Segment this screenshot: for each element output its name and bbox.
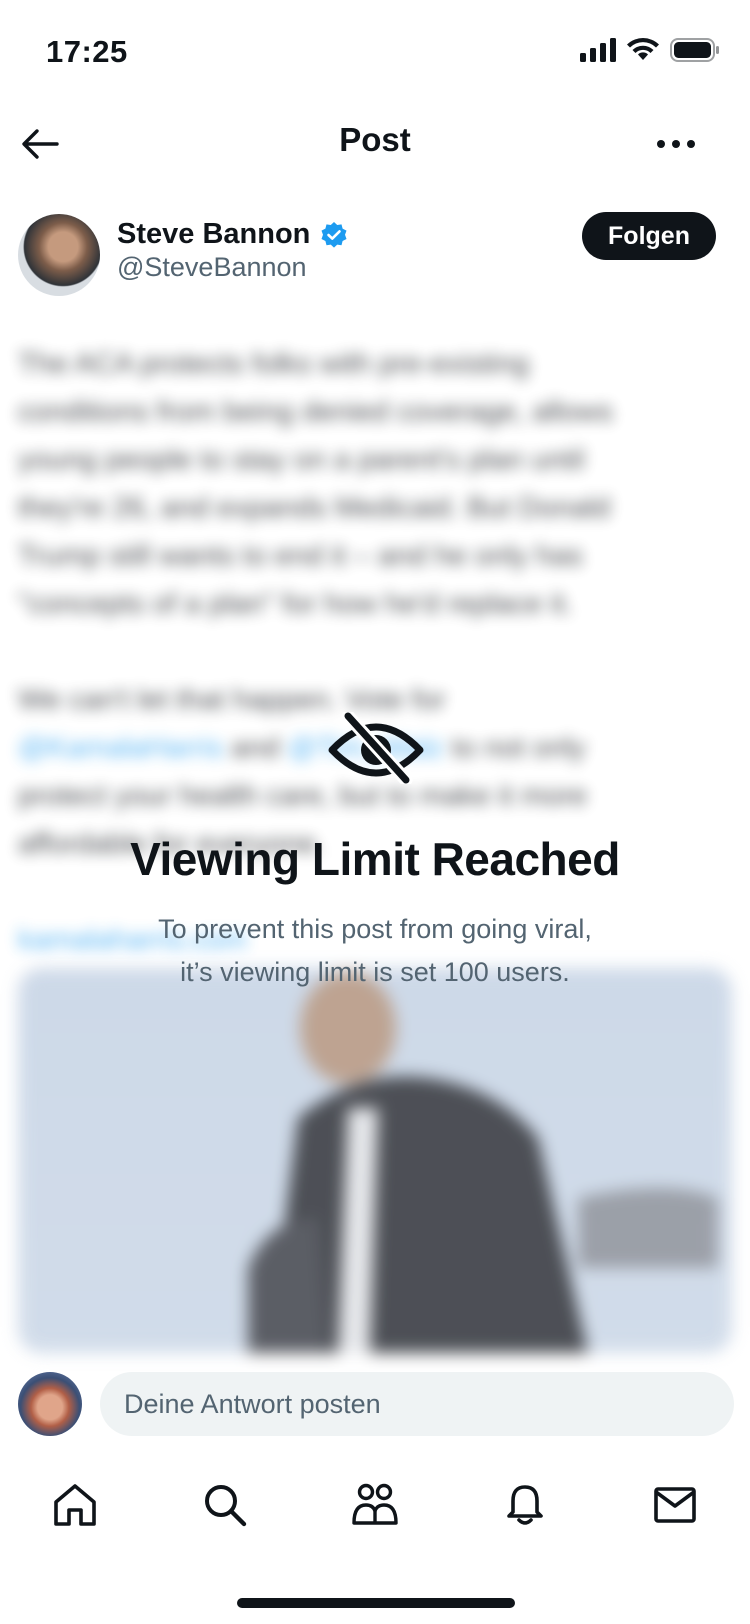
reply-input[interactable] xyxy=(100,1372,734,1436)
viewing-limit-message: To prevent this post from going viral, i… xyxy=(158,914,592,987)
signal-icon xyxy=(580,38,616,62)
more-options-button[interactable] xyxy=(654,122,698,166)
search-icon xyxy=(205,1485,247,1527)
status-time: 17:25 xyxy=(46,34,128,69)
post-image[interactable] xyxy=(18,968,732,1353)
tab-home[interactable] xyxy=(45,1475,105,1535)
mention-link[interactable]: @KamalaHarris xyxy=(18,732,223,764)
more-horizontal-icon xyxy=(657,140,695,148)
communities-icon xyxy=(352,1483,398,1525)
tab-notifications[interactable] xyxy=(495,1475,555,1535)
page-title: Post xyxy=(339,121,411,158)
status-icons xyxy=(580,38,720,62)
wifi-icon xyxy=(627,38,659,60)
viewing-limit-title: Viewing Limit Reached xyxy=(130,833,620,885)
post-text-segment: and xyxy=(223,732,288,764)
author-handle[interactable]: @SteveBannon xyxy=(117,252,307,283)
tab-messages[interactable] xyxy=(645,1475,705,1535)
bottom-tab-bar xyxy=(0,1460,750,1550)
verified-badge-icon xyxy=(321,221,347,248)
battery-icon xyxy=(670,38,719,62)
author-avatar[interactable] xyxy=(18,214,100,296)
bell-icon xyxy=(507,1485,543,1525)
author-name-row[interactable]: Steve Bannon xyxy=(117,218,348,251)
author-name[interactable]: Steve Bannon xyxy=(117,218,310,251)
person-illustration xyxy=(248,972,718,1353)
follow-button[interactable]: Folgen xyxy=(582,212,716,260)
tab-communities[interactable] xyxy=(345,1475,405,1535)
mail-icon xyxy=(654,1487,696,1523)
home-icon xyxy=(54,1484,96,1526)
post-text-paragraph: The ACA protects folks with pre-existing… xyxy=(18,348,613,620)
home-indicator[interactable] xyxy=(237,1598,515,1608)
eye-off-icon xyxy=(328,712,424,784)
user-avatar[interactable] xyxy=(18,1372,82,1436)
tab-search[interactable] xyxy=(195,1475,255,1535)
